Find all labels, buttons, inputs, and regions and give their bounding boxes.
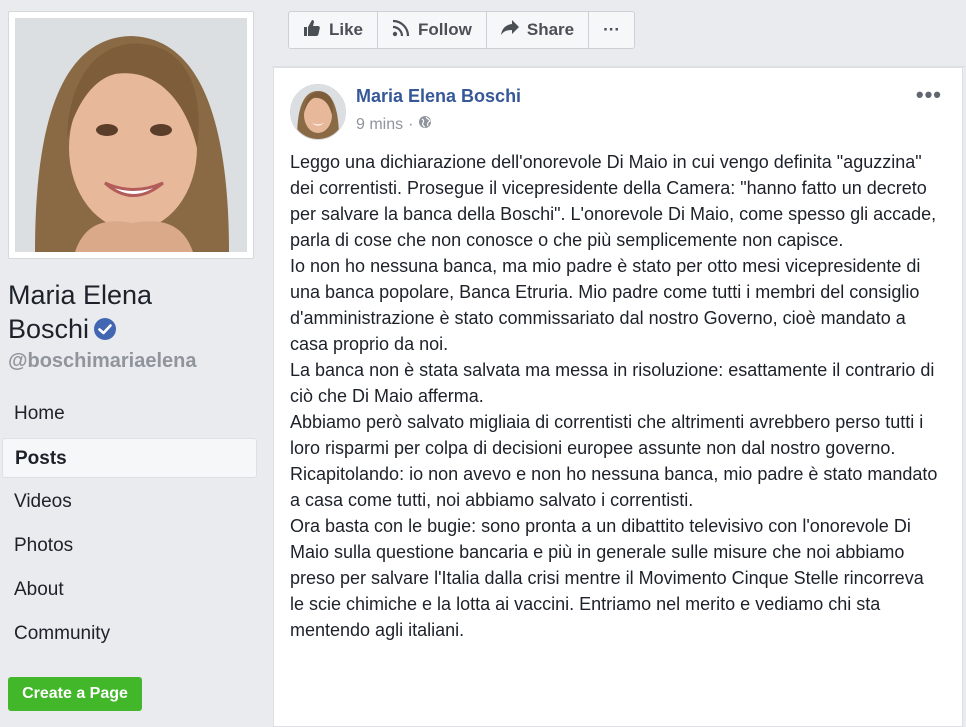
verified-badge-icon [93,315,117,349]
page-handle[interactable]: @boschimariaelena [8,350,196,373]
nav-item-posts[interactable]: Posts [2,438,257,478]
post-meta: 9 mins · [356,115,432,134]
post-card: Maria Elena Boschi 9 mins · ••• Leggo un… [273,67,963,727]
nav-item-home[interactable]: Home [2,394,257,434]
post-paragraph: Ricapitolando: io non avevo e non ho nes… [290,464,938,510]
like-label: Like [329,20,364,39]
post-author[interactable]: Maria Elena Boschi [356,86,521,107]
share-button[interactable]: Share [487,12,590,48]
post-timestamp[interactable]: 9 mins [356,116,403,134]
more-actions-label: ··· [603,20,621,39]
main-column: Like Follow Share ··· Maria Elena Boschi… [272,0,966,727]
post-text: Leggo una dichiarazione dell'onorevole D… [290,149,940,643]
post-avatar[interactable] [290,84,346,140]
post-paragraph: La banca non è stata salvata ma messa in… [290,360,935,406]
rss-icon [392,19,418,42]
thumbs-up-icon [303,19,329,42]
share-label: Share [526,20,575,39]
post-paragraph: Abbiamo però salvato migliaia di corrent… [290,412,924,458]
create-page-button[interactable]: Create a Page [8,677,142,711]
post-paragraph: Io non ho nessuna banca, ma mio padre è … [290,256,921,354]
share-arrow-icon [500,19,527,41]
page-name-first: Maria Elena [8,280,153,310]
profile-picture[interactable] [15,18,247,252]
page-title[interactable]: Maria Elena Boschi [8,278,248,349]
meta-separator: · [408,115,414,133]
follow-label: Follow [418,20,472,39]
page-action-bar: Like Follow Share ··· [288,11,636,49]
post-options-button[interactable]: ••• [916,82,942,108]
like-button[interactable]: Like [289,12,379,48]
nav-item-videos[interactable]: Videos [2,482,257,522]
profile-picture-frame[interactable] [8,11,254,259]
post-paragraph: Leggo una dichiarazione dell'onorevole D… [290,152,937,250]
post-paragraph: Ora basta con le bugie: sono pronta a un… [290,516,924,640]
page-name-last: Boschi [8,314,90,344]
page-nav: Home Posts Videos Photos About Community [2,394,257,658]
nav-item-photos[interactable]: Photos [2,526,257,566]
nav-item-community[interactable]: Community [2,614,257,654]
globe-icon[interactable] [418,115,432,134]
left-sidebar: Maria Elena Boschi @boschimariaelena Hom… [0,0,270,721]
follow-button[interactable]: Follow [378,12,487,48]
nav-item-about[interactable]: About [2,570,257,610]
more-actions-button[interactable]: ··· [589,12,634,48]
